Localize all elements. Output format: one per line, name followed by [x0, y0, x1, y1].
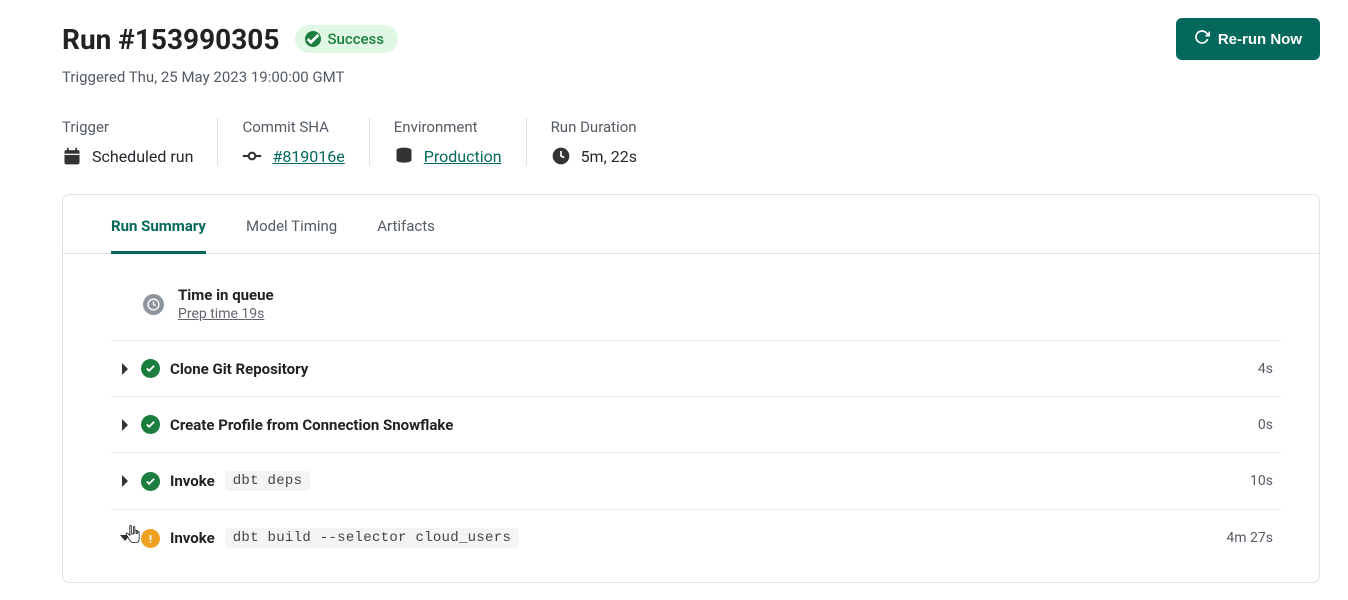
trigger-value: Scheduled run	[92, 147, 193, 166]
meta-label: Environment	[394, 118, 502, 136]
clock-icon	[551, 146, 571, 166]
panel: Run Summary Model Timing Artifacts Time …	[62, 194, 1320, 583]
chevron-right-icon[interactable]	[119, 419, 131, 431]
meta-duration: Run Duration 5m, 22s	[551, 118, 637, 166]
success-check-icon	[141, 359, 160, 378]
status-label: Success	[327, 30, 384, 48]
database-icon	[394, 146, 414, 166]
step-name: Clone Git Repository	[170, 360, 308, 378]
commit-sha-link[interactable]: #819016e	[272, 147, 344, 166]
tab-model-timing[interactable]: Model Timing	[246, 195, 337, 254]
rerun-label: Re-run Now	[1218, 31, 1302, 48]
step-name: Invoke	[170, 529, 215, 547]
clock-circle-icon	[143, 294, 164, 315]
meta-label: Run Duration	[551, 118, 637, 136]
tabs: Run Summary Model Timing Artifacts	[63, 195, 1319, 254]
chevron-right-icon[interactable]	[119, 363, 131, 375]
success-check-icon	[305, 31, 321, 47]
chevron-down-icon[interactable]	[119, 532, 131, 544]
chevron-right-icon[interactable]	[119, 475, 131, 487]
step-duration: 10s	[1250, 473, 1273, 489]
step-name: Create Profile from Connection Snowflake	[170, 416, 453, 434]
success-check-icon	[141, 415, 160, 434]
environment-link[interactable]: Production	[424, 147, 502, 166]
success-check-icon	[141, 472, 160, 491]
status-badge: Success	[295, 25, 398, 53]
meta-label: Trigger	[62, 118, 193, 136]
step-duration: 4m 27s	[1226, 530, 1273, 546]
step-row[interactable]: Clone Git Repository 4s	[111, 341, 1281, 397]
meta-environment: Environment Production	[394, 118, 527, 166]
meta-trigger: Trigger Scheduled run	[62, 118, 218, 166]
step-row[interactable]: Invoke dbt build --selector cloud_users 4m…	[111, 510, 1281, 566]
step-command: dbt deps	[225, 471, 311, 491]
warning-icon	[141, 529, 160, 548]
run-title: Run #153990305	[62, 23, 279, 56]
queue-item: Time in queue Prep time 19s	[111, 272, 1281, 341]
tab-run-summary[interactable]: Run Summary	[111, 195, 206, 254]
calendar-icon	[62, 146, 82, 166]
refresh-icon	[1194, 29, 1210, 49]
step-row[interactable]: Invoke dbt deps 10s	[111, 453, 1281, 510]
commit-icon	[242, 146, 262, 166]
summary-items: Time in queue Prep time 19s Clone Git Re…	[63, 254, 1319, 566]
queue-title: Time in queue	[178, 286, 274, 304]
duration-value: 5m, 22s	[581, 147, 637, 166]
tab-artifacts[interactable]: Artifacts	[377, 195, 435, 254]
meta-commit: Commit SHA #819016e	[242, 118, 369, 166]
step-duration: 4s	[1258, 361, 1273, 377]
step-command: dbt build --selector cloud_users	[225, 528, 519, 548]
step-duration: 0s	[1258, 417, 1273, 433]
queue-prep-time[interactable]: Prep time 19s	[178, 306, 274, 322]
step-row[interactable]: Create Profile from Connection Snowflake…	[111, 397, 1281, 453]
step-name: Invoke	[170, 472, 215, 490]
meta-label: Commit SHA	[242, 118, 344, 136]
triggered-timestamp: Triggered Thu, 25 May 2023 19:00:00 GMT	[62, 68, 1320, 86]
rerun-button[interactable]: Re-run Now	[1176, 18, 1320, 60]
